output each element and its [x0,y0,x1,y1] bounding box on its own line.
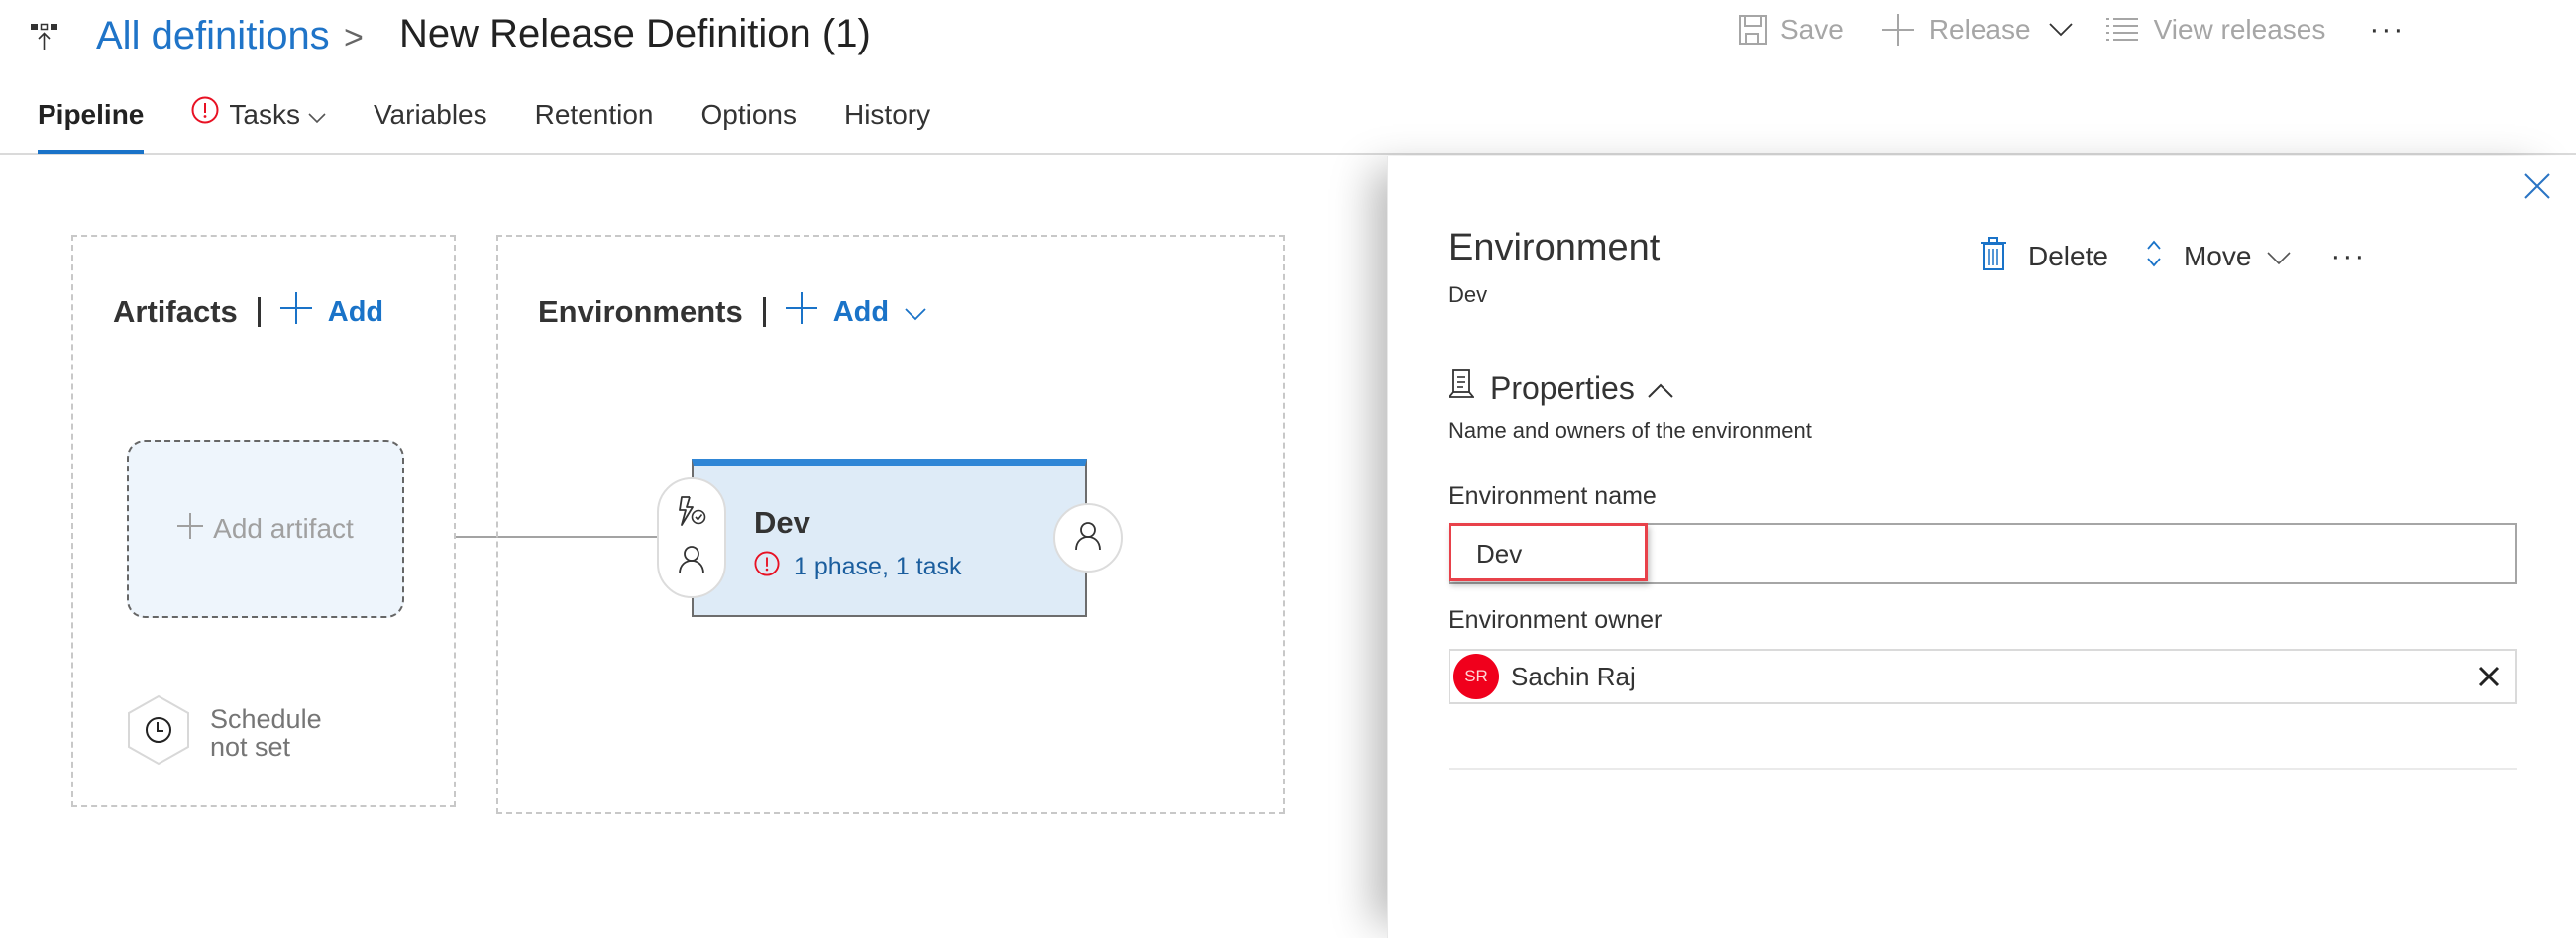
plus-icon [1881,13,1915,47]
move-label: Move [2183,241,2252,271]
environment-details-panel: Environment Dev Delete Move ··· Properti… [1387,156,2576,938]
trigger-icon [677,496,706,531]
chevron-down-icon[interactable] [905,296,926,329]
properties-section-toggle[interactable]: Properties [1448,369,1674,407]
pre-deployment-conditions[interactable] [657,477,726,598]
approver-icon [1074,521,1102,556]
clear-owner-icon[interactable] [2477,665,2501,688]
add-artifact-link[interactable]: Add [279,292,384,332]
header-divider [257,297,261,327]
properties-icon [1448,369,1475,407]
close-icon[interactable] [2522,171,2552,201]
warning-icon [754,551,780,583]
schedule-line1: Schedule [210,703,322,734]
section-divider [1449,768,2517,770]
release-pipeline-icon [30,22,59,52]
environment-status-label: 1 phase, 1 task [794,553,962,580]
properties-title: Properties [1490,369,1635,406]
details-actions: Delete Move ··· [1981,235,2366,278]
header-divider [762,297,766,327]
toolbar: Save Release View releases ··· [1739,8,2405,52]
save-button[interactable]: Save [1739,14,1844,46]
environment-name: Dev [754,505,810,540]
add-environment-button[interactable]: Add [785,292,926,332]
properties-description: Name and owners of the environment [1449,418,1812,443]
tab-label: History [843,99,931,130]
chevron-up-icon [1647,370,1674,407]
move-icon [2146,239,2162,275]
artifacts-panel: Artifacts Add Add artifact Schedule not … [71,235,456,807]
environment-card-dev[interactable]: Dev 1 phase, 1 task [692,459,1087,617]
tab-label: Tasks [229,99,300,130]
schedule-trigger[interactable]: Schedule not set [127,694,322,771]
breadcrumb-separator: > [344,19,364,56]
plus-icon [177,512,204,546]
add-artifact-button[interactable]: Add artifact [127,440,404,618]
chevron-down-icon [2267,241,2291,272]
environment-name-input[interactable] [1450,525,2515,582]
trash-icon [1981,236,2006,277]
environment-name-label: Environment name [1449,482,1657,510]
delete-button[interactable]: Delete [1981,236,2108,277]
tab-variables[interactable]: Variables [374,95,487,135]
more-actions-button[interactable]: ··· [2369,13,2406,46]
tab-options[interactable]: Options [700,95,797,135]
tab-bar: Pipeline Tasks Variables Retention Optio… [38,95,978,155]
environment-name-field[interactable] [1449,523,2517,584]
plus-icon [279,292,312,332]
move-button[interactable]: Move [2146,239,2291,275]
list-icon [2105,17,2138,43]
tab-label: Options [700,99,797,130]
approver-icon [678,545,705,579]
page-title: New Release Definition (1) [399,12,871,55]
more-icon: ··· [2330,240,2367,272]
owner-name: Sachin Raj [1511,661,1636,691]
release-button[interactable]: Release [1881,13,2073,47]
warning-icon [191,95,219,135]
details-subtitle: Dev [1449,282,1488,307]
chevron-down-icon [308,95,326,135]
view-releases-button[interactable]: View releases [2105,14,2326,46]
environment-owner-field[interactable]: SR Sachin Raj [1449,649,2517,704]
more-icon: ··· [2369,13,2406,46]
tab-pipeline[interactable]: Pipeline [38,95,145,154]
tab-retention[interactable]: Retention [535,95,654,135]
release-label: Release [1928,14,2031,45]
plus-icon [785,292,817,332]
post-deployment-approvers[interactable] [1053,503,1123,573]
save-icon [1739,15,1767,45]
tab-label: Pipeline [38,99,145,130]
page-header: All definitions > New Release Definition… [0,0,2576,155]
tab-label: Variables [373,99,487,130]
environment-owner-label: Environment owner [1449,606,1663,634]
environments-title: Environments [538,294,743,329]
artifacts-header: Artifacts Add [113,292,383,332]
add-label: Add [832,295,890,328]
add-label: Add [327,295,384,328]
environment-status[interactable]: 1 phase, 1 task [754,551,962,583]
details-more-button[interactable]: ··· [2330,242,2366,271]
details-title: Environment [1449,227,1661,268]
add-artifact-label: Add artifact [213,513,354,544]
tab-tasks[interactable]: Tasks [191,95,326,135]
chevron-down-icon[interactable] [2048,23,2073,37]
view-releases-label: View releases [2153,14,2326,45]
tab-label: Retention [534,99,654,130]
schedule-line2: not set [210,731,291,762]
tab-history[interactable]: History [844,95,930,135]
save-label: Save [1780,14,1844,45]
artifacts-title: Artifacts [113,294,238,329]
avatar: SR [1453,654,1499,699]
schedule-text: Schedule not set [210,705,322,761]
breadcrumb-all-definitions[interactable]: All definitions [96,10,330,61]
delete-label: Delete [2028,241,2108,271]
clock-icon [127,694,190,771]
environments-header: Environments Add [538,292,926,332]
